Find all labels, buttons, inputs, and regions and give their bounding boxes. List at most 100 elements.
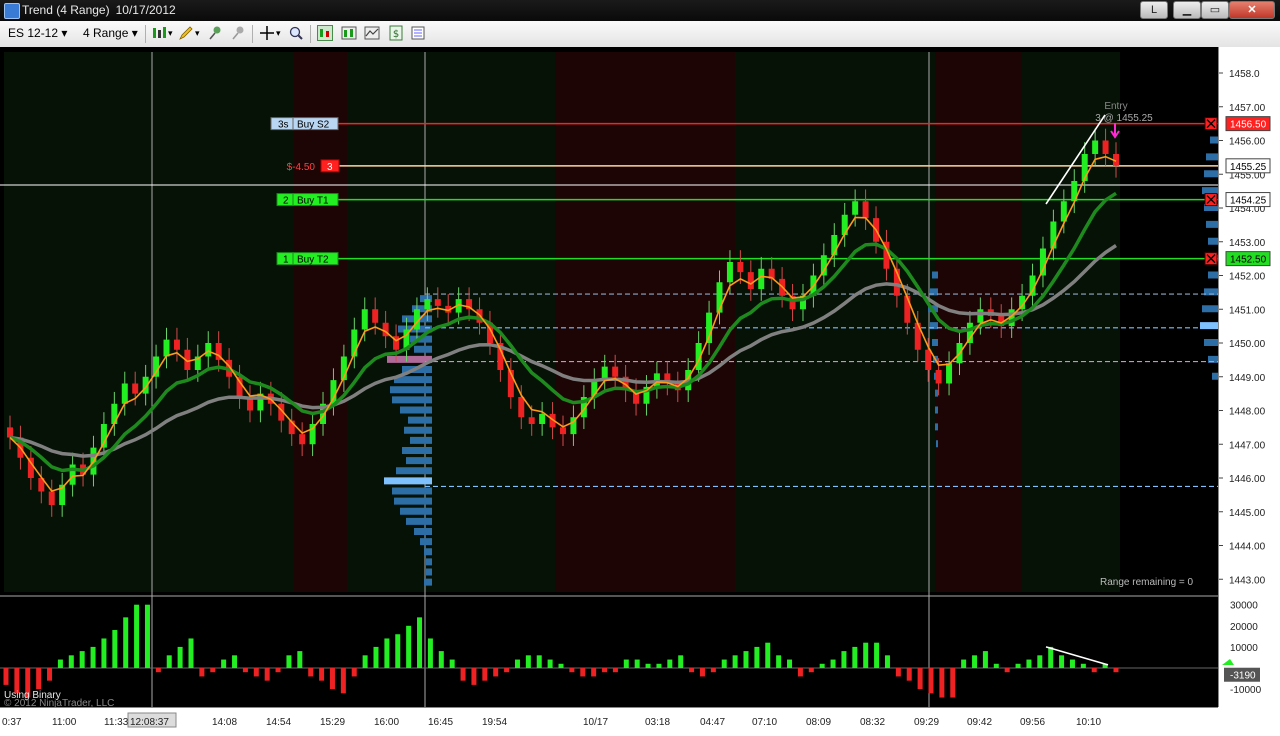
indicators-icon[interactable] bbox=[364, 25, 380, 41]
close-button[interactable]: ✕ bbox=[1229, 1, 1275, 19]
volume-profile-bar bbox=[935, 389, 938, 397]
oscillator-bar bbox=[830, 659, 836, 668]
price-bar bbox=[852, 201, 859, 215]
properties-icon[interactable] bbox=[410, 25, 426, 41]
volume-profile-bar bbox=[424, 578, 432, 586]
order-t1-qty: 2 bbox=[283, 196, 289, 207]
oscillator-bar bbox=[928, 668, 934, 694]
time-tick-label: 09:56 bbox=[1020, 717, 1045, 728]
data-box-icon[interactable] bbox=[341, 25, 357, 41]
period-label: 4 Range bbox=[83, 26, 129, 40]
oscillator-bar bbox=[482, 668, 488, 681]
toolbar-divider bbox=[252, 25, 253, 43]
oscillator-bar bbox=[895, 668, 901, 677]
chart-trader-icon[interactable] bbox=[317, 25, 333, 41]
drawing-dropdown-icon[interactable]: ▾ bbox=[195, 24, 200, 43]
price-tick-label: 1457.00 bbox=[1229, 103, 1266, 114]
volume-profile-bar bbox=[935, 423, 938, 431]
unpin-icon[interactable] bbox=[230, 25, 246, 41]
time-tick-label: 03:18 bbox=[645, 717, 670, 728]
oscillator-bar bbox=[667, 659, 673, 668]
time-tick-label: 09:29 bbox=[914, 717, 939, 728]
oscillator-bar bbox=[797, 668, 803, 677]
pencil-icon[interactable] bbox=[178, 25, 194, 41]
oscillator-bar bbox=[112, 630, 118, 668]
price-tag-t2: 1452.50 bbox=[1230, 255, 1267, 266]
oscillator-bar bbox=[993, 663, 999, 668]
volume-profile-bar bbox=[935, 406, 938, 414]
oscillator-bar bbox=[308, 668, 314, 677]
oscillator-bar bbox=[90, 646, 96, 668]
time-tick-label: 08:32 bbox=[860, 717, 885, 728]
window-titlebar[interactable]: Trend (4 Range) 10/17/2012 L ▁ ▭ ✕ bbox=[0, 0, 1280, 21]
link-button[interactable]: L bbox=[1140, 1, 1168, 19]
crosshair-icon[interactable] bbox=[259, 25, 275, 41]
minimize-button[interactable]: ▁ bbox=[1173, 1, 1201, 19]
price-tick-label: 1444.00 bbox=[1229, 542, 1266, 553]
oscillator-tick-label: 20000 bbox=[1230, 622, 1258, 633]
time-axis-border bbox=[0, 707, 1218, 708]
volume-profile-bar bbox=[414, 345, 432, 353]
oscillator-bar bbox=[232, 655, 238, 668]
oscillator-tick-label: 30000 bbox=[1230, 601, 1258, 612]
price-bar bbox=[560, 427, 566, 435]
oscillator-bar bbox=[1113, 668, 1119, 673]
oscillator-bar bbox=[906, 668, 912, 681]
crosshair-dropdown-icon[interactable]: ▾ bbox=[276, 24, 281, 43]
oscillator-bar bbox=[558, 663, 564, 668]
maximize-button[interactable]: ▭ bbox=[1201, 1, 1229, 19]
price-bar bbox=[173, 339, 180, 350]
order-s2-label: Buy S2 bbox=[297, 120, 330, 131]
price-chart[interactable]: 1458.01457.001456.001455.001454.001453.0… bbox=[0, 47, 1280, 736]
bar-type-icon[interactable] bbox=[151, 25, 167, 41]
price-bar bbox=[69, 464, 76, 485]
oscillator-bar bbox=[329, 668, 335, 690]
price-bar bbox=[372, 309, 379, 323]
instrument-selector[interactable]: ES 12-12 ▾ bbox=[8, 24, 67, 43]
oscillator-bar bbox=[155, 668, 161, 673]
volume-profile-bar bbox=[392, 487, 432, 495]
price-bar bbox=[612, 366, 619, 377]
oscillator-bar bbox=[525, 655, 531, 668]
strategies-icon[interactable]: $ bbox=[388, 25, 404, 41]
time-tick-label: 11:33 bbox=[104, 717, 129, 728]
session-band bbox=[4, 52, 294, 592]
volume-profile-bar bbox=[392, 396, 432, 404]
price-bar bbox=[121, 383, 128, 404]
oscillator-bar bbox=[57, 659, 63, 668]
pin-icon[interactable] bbox=[207, 25, 223, 41]
price-bar bbox=[726, 262, 733, 283]
oscillator-bar bbox=[765, 642, 771, 668]
oscillator-bar bbox=[134, 604, 140, 668]
oscillator-bar bbox=[1091, 668, 1097, 673]
oscillator-bar bbox=[852, 646, 858, 668]
zoom-icon[interactable] bbox=[288, 25, 304, 41]
oscillator-bar bbox=[362, 655, 368, 668]
oscillator-bar bbox=[242, 668, 248, 673]
price-tick-label: 1453.00 bbox=[1229, 238, 1266, 249]
price-bar bbox=[299, 434, 306, 445]
oscillator-bar bbox=[808, 668, 814, 673]
window-title: Trend (4 Range) 10/17/2012 bbox=[22, 3, 182, 17]
oscillator-tick-label: -10000 bbox=[1230, 685, 1262, 696]
oscillator-bar bbox=[471, 668, 477, 685]
instrument-label: ES 12-12 bbox=[8, 26, 59, 40]
app-icon bbox=[4, 3, 20, 19]
oscillator-bar bbox=[982, 651, 988, 668]
entry-detail: 3 @ 1455.25 bbox=[1095, 113, 1153, 124]
volume-profile-bar bbox=[406, 457, 432, 465]
bar-type-dropdown-icon[interactable]: ▾ bbox=[168, 24, 173, 43]
oscillator-bar bbox=[351, 668, 357, 677]
volume-profile-bar bbox=[424, 548, 432, 556]
oscillator-bar bbox=[101, 638, 107, 668]
period-selector[interactable]: 4 Range ▾ bbox=[83, 24, 138, 43]
oscillator-bar bbox=[1069, 659, 1075, 668]
volume-profile-bar bbox=[396, 467, 432, 475]
price-bar bbox=[434, 299, 441, 306]
oscillator-bar bbox=[188, 638, 194, 668]
oscillator-bar bbox=[754, 646, 760, 668]
oscillator-bar bbox=[253, 668, 259, 677]
oscillator-bar bbox=[460, 668, 466, 681]
oscillator-bar bbox=[1037, 655, 1043, 668]
volume-profile-bar bbox=[1204, 339, 1218, 346]
